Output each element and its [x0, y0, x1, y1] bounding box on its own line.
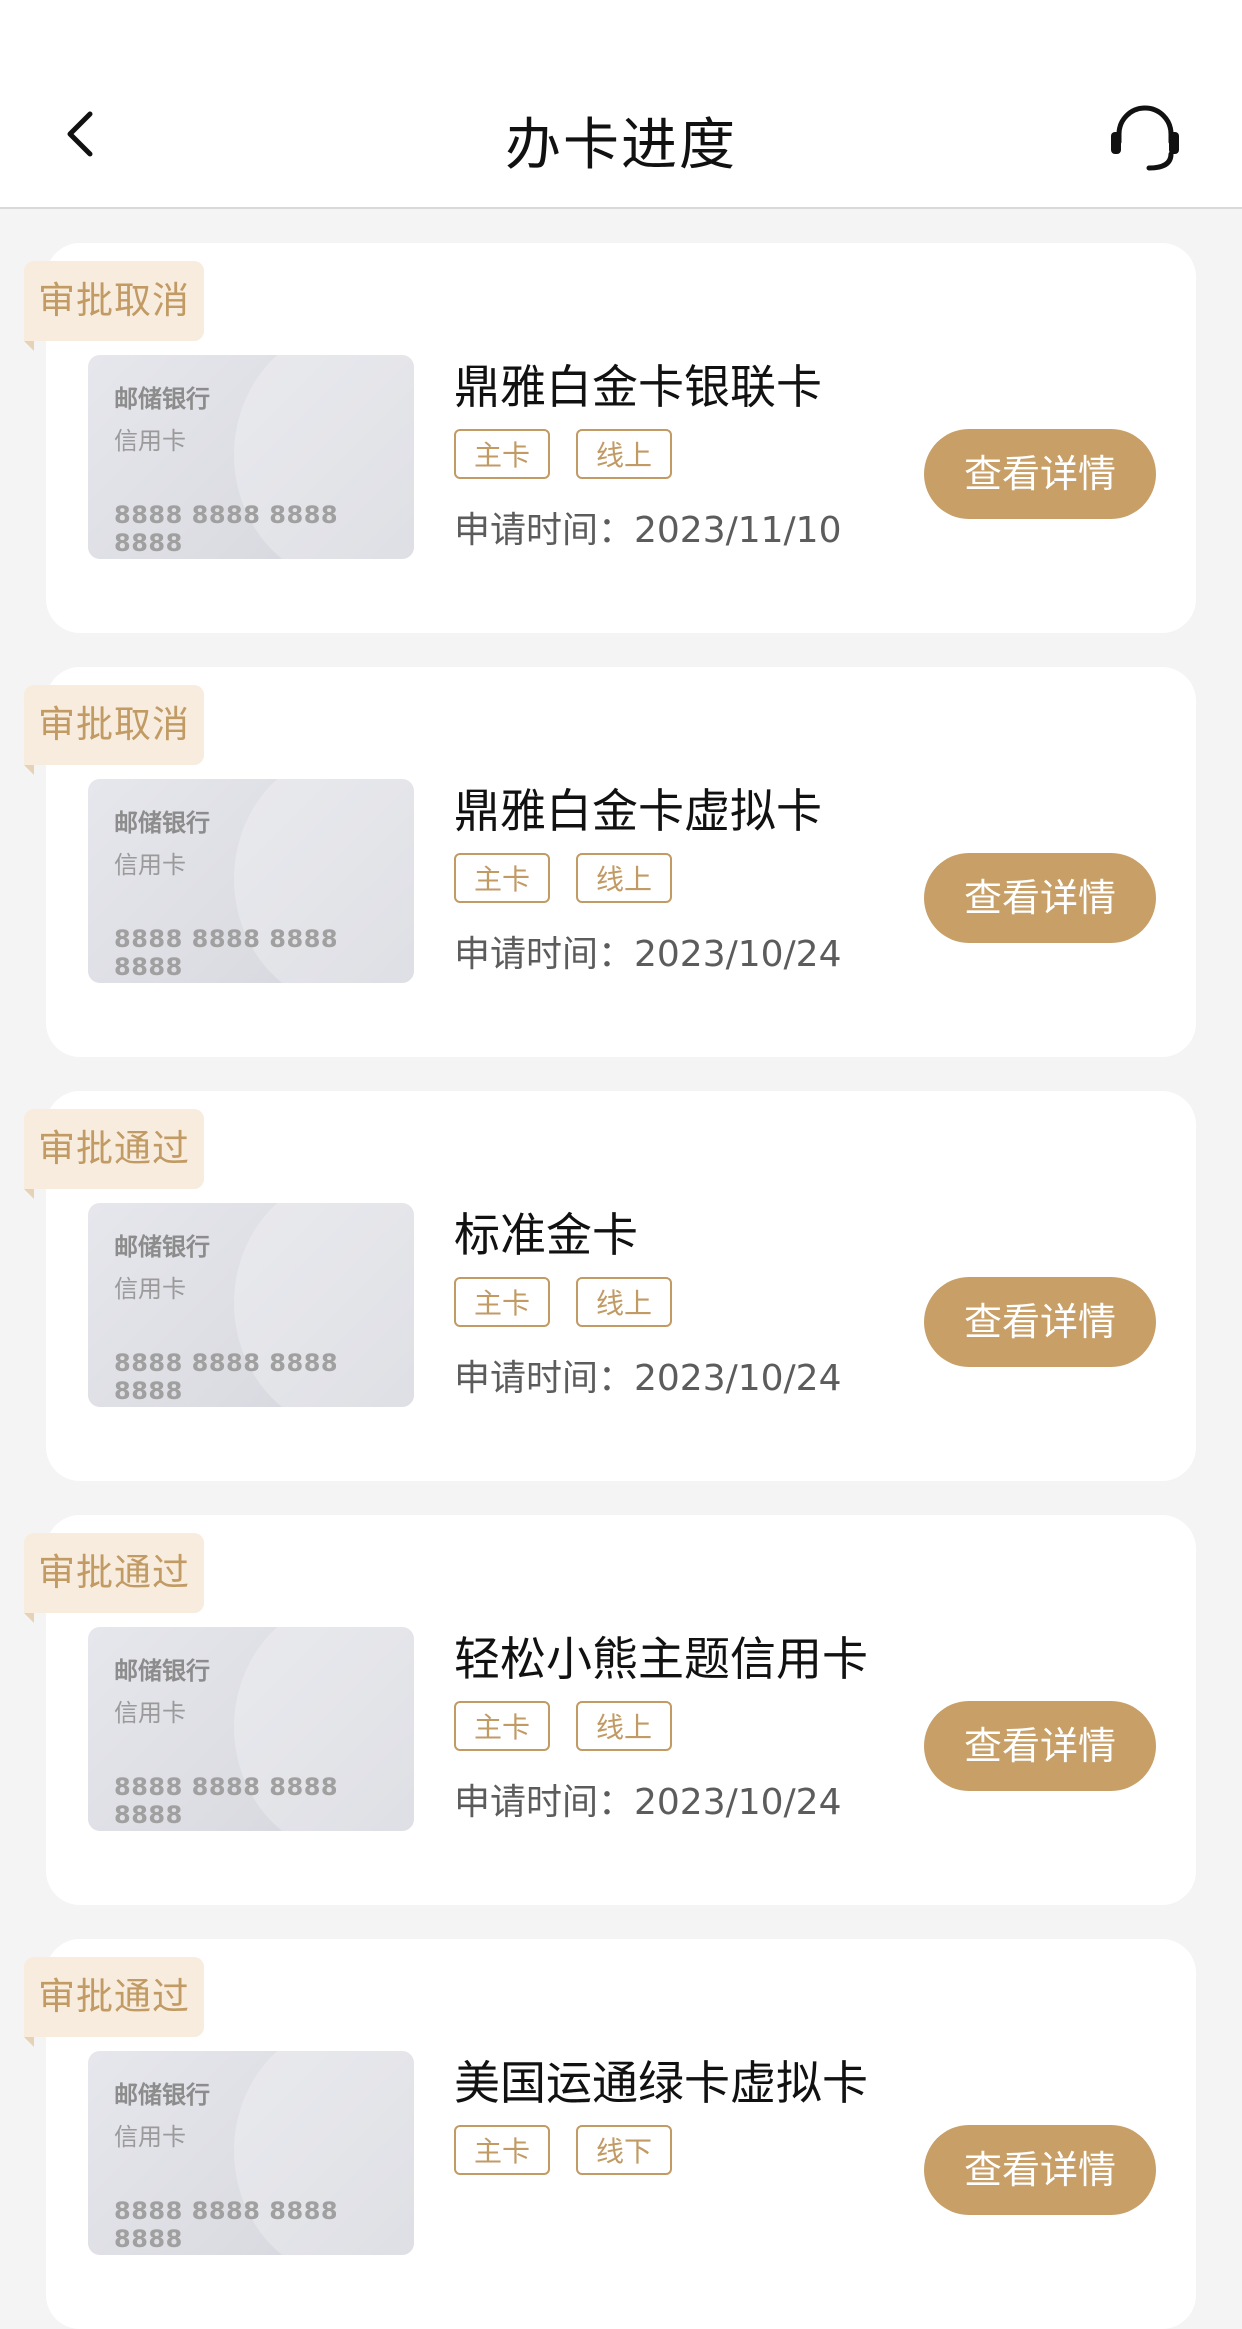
- card-role-tag: 主卡: [454, 1701, 551, 1751]
- card-type-label: 信用卡: [114, 2123, 186, 2151]
- top-nav-bar: 办卡进度: [0, 0, 1242, 209]
- card-number: 8888 8888 8888 8888: [114, 501, 339, 557]
- view-details-button[interactable]: 查看详情: [924, 2125, 1156, 2215]
- card-bank-name: 邮储银行: [114, 1233, 210, 1261]
- view-details-button[interactable]: 查看详情: [924, 1701, 1156, 1791]
- channel-tag: 线上: [576, 1701, 673, 1751]
- apply-time: 申请时间：2023/10/24: [454, 934, 842, 975]
- credit-card-image: 邮储银行 信用卡 8888 8888 8888 8888: [88, 355, 414, 559]
- status-badge: 审批取消: [24, 261, 204, 341]
- channel-tag: 线上: [576, 429, 673, 479]
- status-badge: 审批取消: [24, 685, 204, 765]
- card-bank-name: 邮储银行: [114, 809, 210, 837]
- card-role-tag: 主卡: [454, 429, 551, 479]
- customer-service-button[interactable]: [1105, 98, 1185, 178]
- card-product-name: 美国运通绿卡虚拟卡: [454, 2056, 868, 2110]
- channel-tag: 线上: [576, 853, 673, 903]
- headset-icon: [1111, 105, 1179, 171]
- page-title: 办卡进度: [505, 113, 737, 178]
- credit-card-image: 邮储银行 信用卡 8888 8888 8888 8888: [88, 1203, 414, 1407]
- card-role-tag: 主卡: [454, 1277, 551, 1327]
- application-card: 审批取消 邮储银行 信用卡 8888 8888 8888 8888 鼎雅白金卡银…: [24, 243, 1196, 633]
- channel-tag: 线下: [576, 2125, 673, 2175]
- card-bank-name: 邮储银行: [114, 1657, 210, 1685]
- application-card: 审批通过 邮储银行 信用卡 8888 8888 8888 8888 美国运通绿卡…: [24, 1939, 1196, 2329]
- card-type-label: 信用卡: [114, 1275, 186, 1303]
- apply-time: 申请时间：2023/10/24: [454, 1358, 842, 1399]
- status-badge: 审批通过: [24, 1957, 204, 2037]
- channel-tag: 线上: [576, 1277, 673, 1327]
- application-card: 审批取消 邮储银行 信用卡 8888 8888 8888 8888 鼎雅白金卡虚…: [24, 667, 1196, 1057]
- card-type-label: 信用卡: [114, 1699, 186, 1727]
- application-card: 审批通过 邮储银行 信用卡 8888 8888 8888 8888 轻松小熊主题…: [24, 1515, 1196, 1905]
- status-badge: 审批通过: [24, 1533, 204, 1613]
- view-details-button[interactable]: 查看详情: [924, 429, 1156, 519]
- card-bank-name: 邮储银行: [114, 2081, 210, 2109]
- apply-time: 申请时间：2023/11/10: [454, 510, 842, 551]
- card-number: 8888 8888 8888 8888: [114, 1773, 339, 1829]
- card-product-name: 鼎雅白金卡虚拟卡: [454, 784, 822, 838]
- card-number: 8888 8888 8888 8888: [114, 925, 339, 981]
- application-card: 审批通过 邮储银行 信用卡 8888 8888 8888 8888 标准金卡 主…: [24, 1091, 1196, 1481]
- status-badge: 审批通过: [24, 1109, 204, 1189]
- card-product-name: 轻松小熊主题信用卡: [454, 1632, 868, 1686]
- card-type-label: 信用卡: [114, 851, 186, 879]
- view-details-button[interactable]: 查看详情: [924, 1277, 1156, 1367]
- card-role-tag: 主卡: [454, 2125, 551, 2175]
- card-bank-name: 邮储银行: [114, 385, 210, 413]
- credit-card-image: 邮储银行 信用卡 8888 8888 8888 8888: [88, 2051, 414, 2255]
- credit-card-image: 邮储银行 信用卡 8888 8888 8888 8888: [88, 779, 414, 983]
- card-role-tag: 主卡: [454, 853, 551, 903]
- card-number: 8888 8888 8888 8888: [114, 1349, 339, 1405]
- card-product-name: 标准金卡: [454, 1208, 638, 1262]
- view-details-button[interactable]: 查看详情: [924, 853, 1156, 943]
- credit-card-image: 邮储银行 信用卡 8888 8888 8888 8888: [88, 1627, 414, 1831]
- card-type-label: 信用卡: [114, 427, 186, 455]
- apply-time: 申请时间：2023/10/24: [454, 1782, 842, 1823]
- card-number: 8888 8888 8888 8888: [114, 2197, 339, 2253]
- card-product-name: 鼎雅白金卡银联卡: [454, 360, 822, 414]
